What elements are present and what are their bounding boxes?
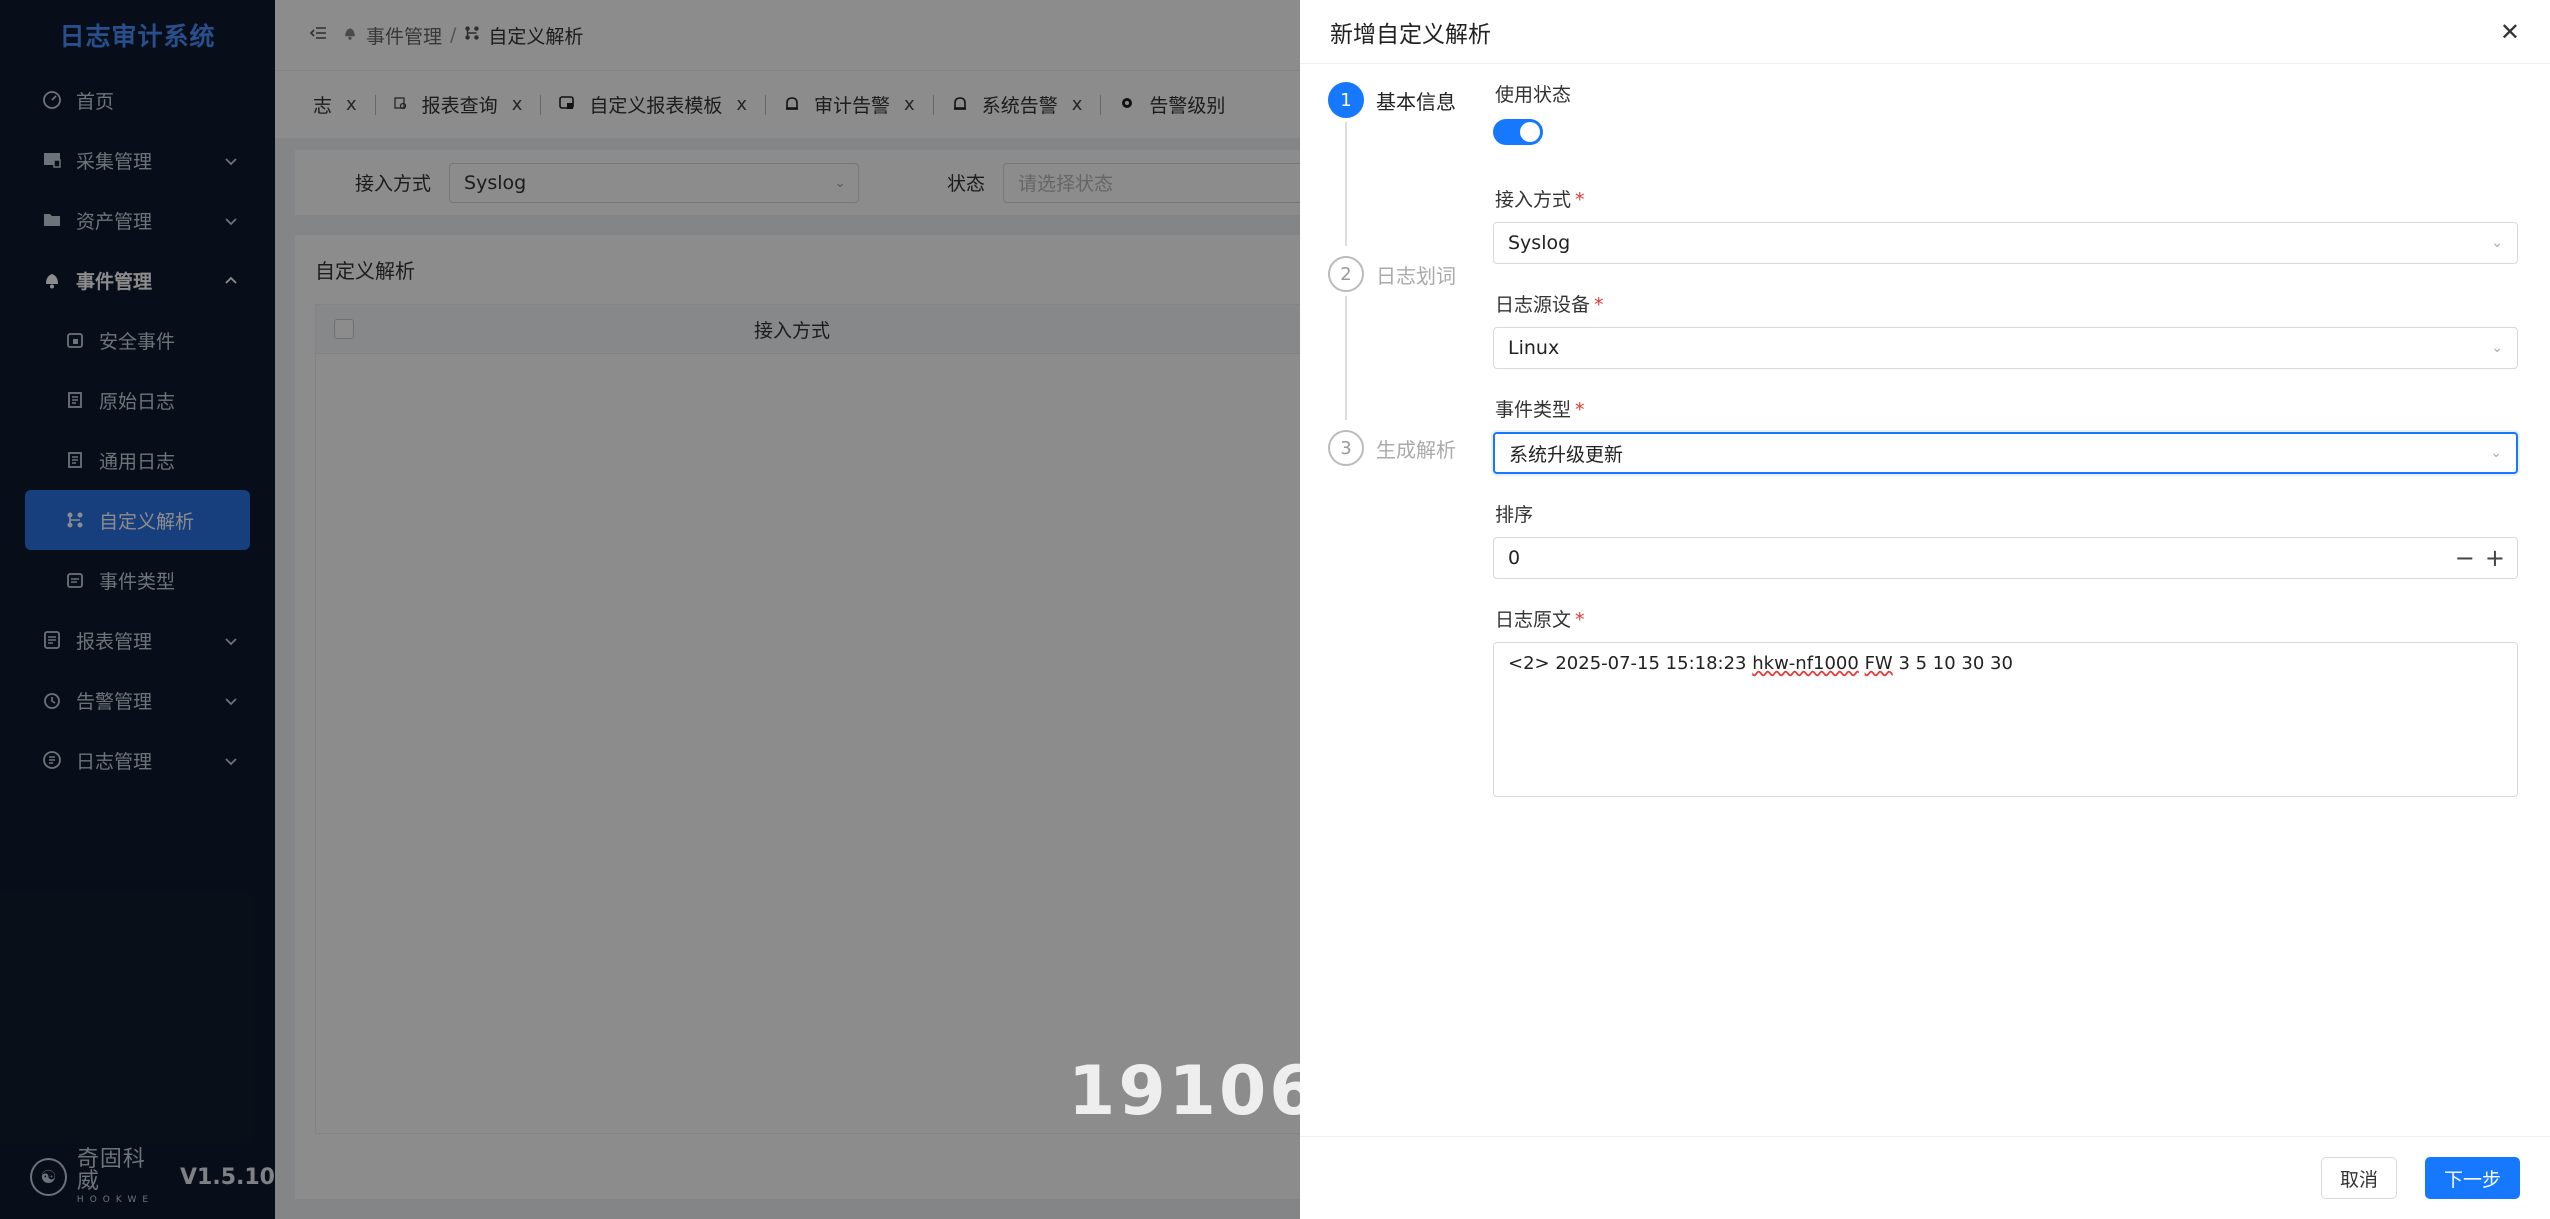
chevron-down-icon: ⌄ [2491, 340, 2503, 356]
raw-log-textarea[interactable]: <2> 2025-07-15 15:18:23 hkw-nf1000 FW 3 … [1493, 642, 2518, 797]
drawer-title: 新增自定义解析 [1330, 21, 1491, 48]
raw-log-text: 3 5 10 30 30 [1892, 653, 2013, 674]
order-stepper[interactable]: 0 − + [1493, 537, 2518, 579]
field-device: 日志源设备 * Linux ⌄ [1493, 290, 2518, 369]
field-label: 排序 [1495, 504, 1534, 526]
raw-log-text: <2> 2025-07-15 15:18:23 [1508, 653, 1753, 674]
field-order: 排序 0 − + [1493, 500, 2518, 579]
field-label: 接入方式 * [1495, 189, 1585, 211]
close-icon[interactable]: ✕ [2500, 18, 2520, 46]
chevron-down-icon: ⌄ [2491, 235, 2503, 251]
step-label: 日志划词 [1376, 263, 1456, 288]
access-select[interactable]: Syslog ⌄ [1493, 222, 2518, 264]
step-connector [1345, 122, 1347, 246]
step-label: 基本信息 [1376, 89, 1456, 114]
event-type-select[interactable]: 系统升级更新 ⌄ [1493, 432, 2518, 474]
step-log-word: 2 日志划词 [1328, 256, 1456, 292]
field-label: 日志源设备 * [1495, 294, 1604, 316]
step-basic-info: 1 基本信息 [1328, 82, 1456, 118]
chevron-down-icon: ⌄ [2490, 445, 2502, 461]
raw-log-text: FW [1864, 653, 1893, 674]
step-number: 1 [1328, 82, 1364, 118]
field-access: 接入方式 * Syslog ⌄ [1493, 185, 2518, 264]
step-connector [1345, 296, 1347, 420]
field-label: 日志原文 * [1495, 609, 1585, 631]
next-button[interactable]: 下一步 [2424, 1157, 2520, 1199]
modal-overlay[interactable] [0, 0, 1300, 1219]
stepper-controls: − + [2455, 544, 2505, 572]
field-label: 使用状态 [1495, 84, 1572, 106]
access-value: Syslog [1508, 232, 1571, 254]
field-label: 事件类型 * [1495, 399, 1585, 421]
watermark: 1910650 [1068, 1052, 1300, 1131]
field-event-type: 事件类型 * 系统升级更新 ⌄ [1493, 395, 2518, 474]
field-status: 使用状态 [1493, 80, 2518, 145]
step-number: 3 [1328, 430, 1364, 466]
drawer-footer: 取消 下一步 [1300, 1136, 2550, 1219]
field-raw-log: 日志原文 * <2> 2025-07-15 15:18:23 hkw-nf1000… [1493, 605, 2518, 797]
step-label: 生成解析 [1376, 437, 1456, 462]
add-custom-parse-drawer: 新增自定义解析 ✕ 1 基本信息 2 日志划词 3 生成解析 使用状态 接入方式… [1300, 0, 2550, 1219]
minus-icon[interactable]: − [2455, 544, 2475, 572]
device-select[interactable]: Linux ⌄ [1493, 327, 2518, 369]
cancel-button[interactable]: 取消 [2320, 1157, 2397, 1199]
event-type-value: 系统升级更新 [1509, 443, 1624, 466]
step-number: 2 [1328, 256, 1364, 292]
plus-icon[interactable]: + [2485, 544, 2505, 572]
raw-log-text: hkw-nf1000 [1752, 653, 1859, 674]
order-value: 0 [1508, 547, 1521, 569]
drawer-header: 新增自定义解析 ✕ [1300, 0, 2550, 64]
step-generate: 3 生成解析 [1328, 430, 1456, 466]
device-value: Linux [1508, 337, 1560, 359]
status-toggle[interactable] [1493, 119, 1543, 145]
